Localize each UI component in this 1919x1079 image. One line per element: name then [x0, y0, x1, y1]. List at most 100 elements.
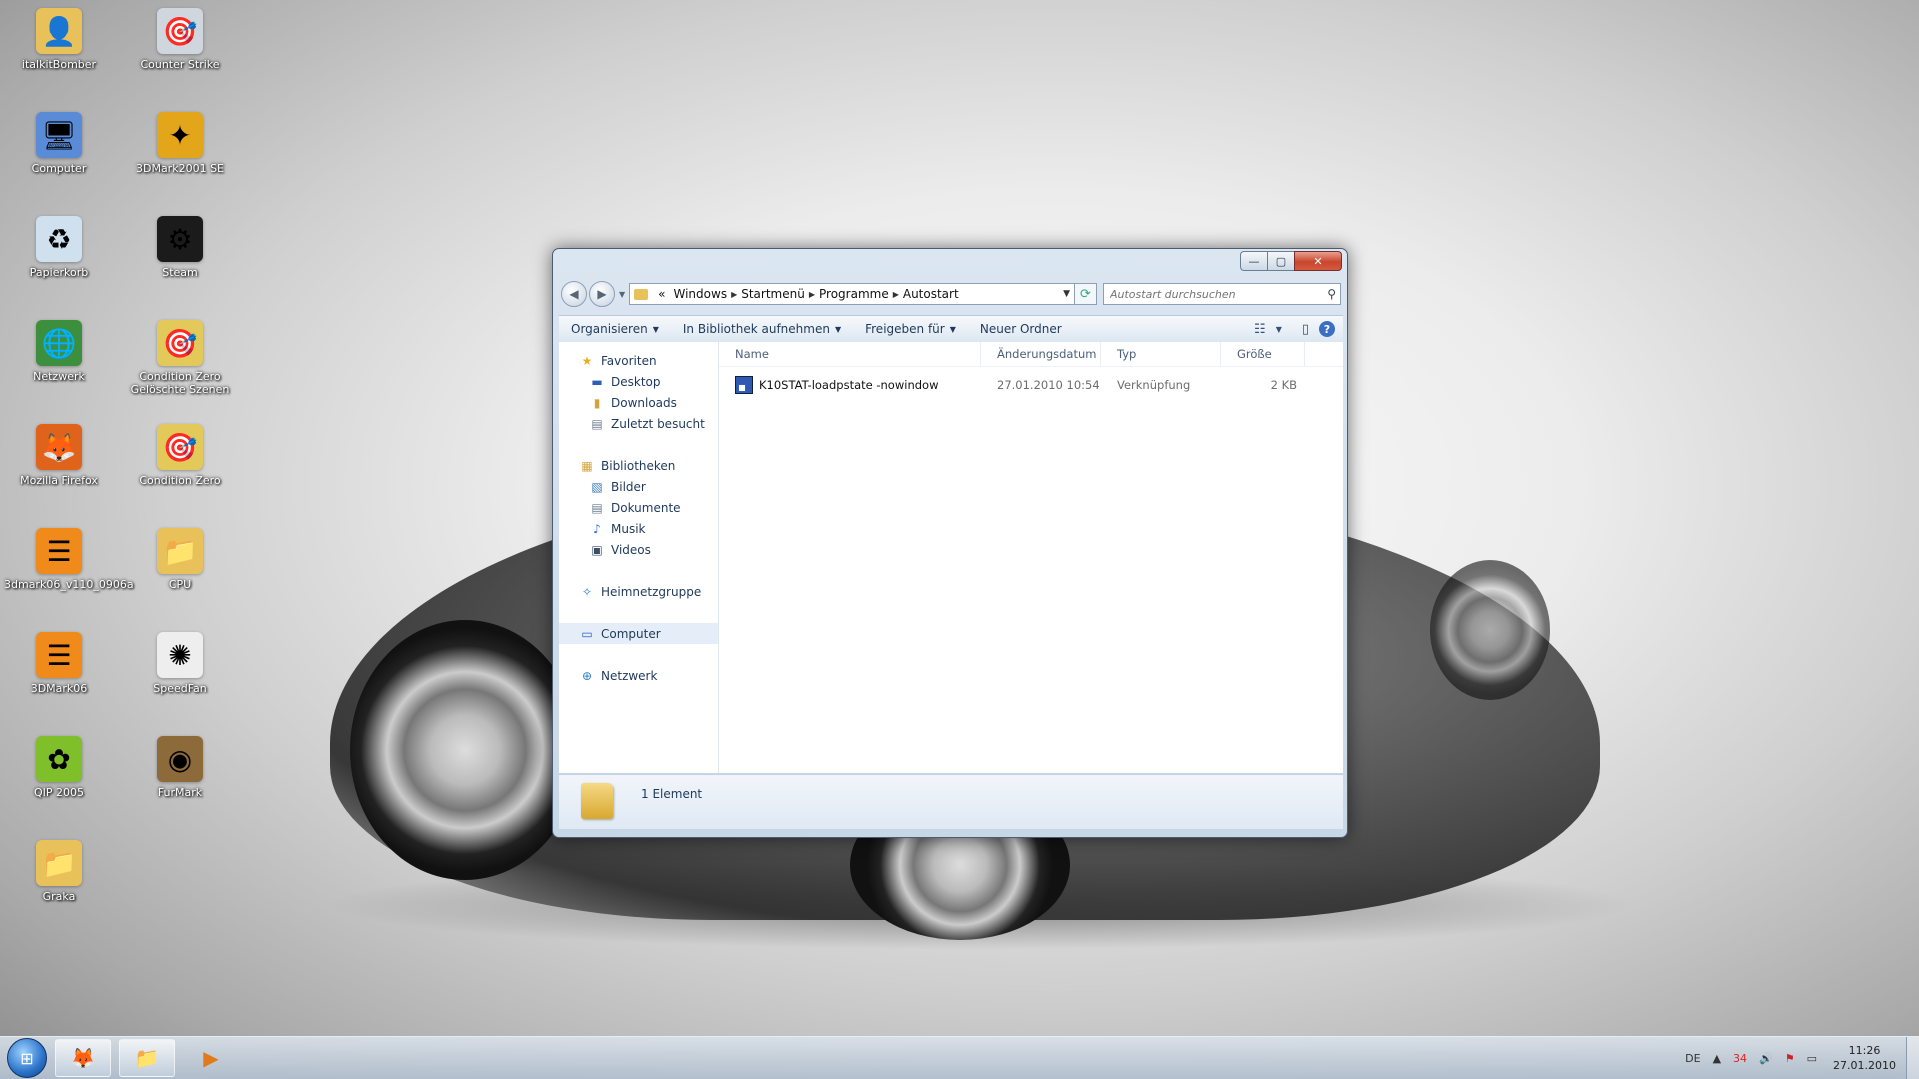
- breadcrumb-windows[interactable]: Windows: [674, 287, 728, 301]
- address-dropdown[interactable]: ▼: [1063, 289, 1070, 299]
- recent-pages-dropdown[interactable]: ▼: [619, 290, 625, 299]
- show-hidden-icons[interactable]: ▲: [1713, 1052, 1721, 1065]
- search-icon[interactable]: ⚲: [1327, 287, 1336, 301]
- app-icon: ⚙: [157, 216, 203, 262]
- column-header-name[interactable]: Name: [719, 342, 981, 366]
- organize-button[interactable]: Organisieren ▼: [559, 322, 671, 336]
- app-icon: ☰: [36, 632, 82, 678]
- nav-recent-places[interactable]: ▤ Zuletzt besucht: [559, 413, 718, 434]
- close-button[interactable]: ✕: [1294, 251, 1342, 271]
- nav-label: Dokumente: [611, 500, 681, 515]
- share-with-button[interactable]: Freigeben für ▼: [853, 322, 968, 336]
- action-center-icon[interactable]: ⚑: [1785, 1052, 1795, 1065]
- clock[interactable]: 11:26 27.01.2010: [1833, 1043, 1896, 1073]
- details-pane: 1 Element: [559, 774, 1343, 829]
- breadcrumb-startmenu[interactable]: Startmenü: [741, 287, 805, 301]
- desktop-icon-condition-zero[interactable]: 🎯 Condition Zero: [125, 424, 235, 487]
- desktop-icon-mozilla-firefox[interactable]: 🦊 Mozilla Firefox: [4, 424, 114, 487]
- back-button[interactable]: ◀: [561, 281, 587, 307]
- navigation-pane[interactable]: ★ Favoriten ▬ Desktop ▮ Downloads ▤ Zule…: [559, 342, 719, 773]
- music-icon: ♪: [593, 521, 601, 536]
- language-indicator[interactable]: DE: [1685, 1052, 1700, 1065]
- nav-videos[interactable]: ▣ Videos: [559, 539, 718, 560]
- file-name-cell[interactable]: K10STAT-loadpstate -nowindow: [719, 373, 981, 397]
- desktop-icon-papierkorb[interactable]: ♻ Papierkorb: [4, 216, 114, 279]
- desktop-icon-label: Mozilla Firefox: [20, 474, 98, 487]
- desktop-icon-netzwerk[interactable]: 🌐 Netzwerk: [4, 320, 114, 383]
- column-header-type[interactable]: Typ: [1101, 342, 1221, 366]
- refresh-button[interactable]: ⟳: [1075, 283, 1097, 305]
- navigation-bar: ◀ ▶ ▼ « Windows ▶ Startmenü ▶ Programme …: [561, 281, 1341, 307]
- desktop-icon-italkitbomber[interactable]: 👤 italkitBomber: [4, 8, 114, 71]
- nav-label: Zuletzt besucht: [611, 416, 705, 431]
- breadcrumb-programme[interactable]: Programme: [819, 287, 889, 301]
- new-folder-button[interactable]: Neuer Ordner: [968, 322, 1074, 336]
- nav-label: Bilder: [611, 479, 646, 494]
- nav-documents[interactable]: ▤ Dokumente: [559, 497, 718, 518]
- breadcrumb-separator[interactable]: ▶: [893, 290, 899, 299]
- taskbar-firefox[interactable]: 🦊: [55, 1039, 111, 1077]
- desktop-icon-3dmark2001-se[interactable]: ✦ 3DMark2001 SE: [125, 112, 235, 175]
- desktop-icon-steam[interactable]: ⚙ Steam: [125, 216, 235, 279]
- desktop-icon-label: CPU: [168, 578, 192, 591]
- search-input[interactable]: [1108, 286, 1328, 302]
- desktop-icon-graka[interactable]: 📁 Graka: [4, 840, 114, 903]
- app-icon: 🖥: [36, 112, 82, 158]
- nav-libraries[interactable]: ▦ Bibliotheken: [559, 455, 718, 476]
- maximize-button[interactable]: ▢: [1267, 251, 1294, 271]
- file-list[interactable]: Name Änderungsdatum Typ Größe K10STAT-lo…: [719, 342, 1343, 773]
- search-box[interactable]: ⚲: [1103, 283, 1341, 305]
- column-header-size[interactable]: Größe: [1221, 342, 1305, 366]
- preview-pane-icon[interactable]: ▯: [1302, 322, 1309, 337]
- desktop-icon-computer[interactable]: 🖥 Computer: [4, 112, 114, 175]
- desktop-icon-counter-strike[interactable]: 🎯 Counter Strike: [125, 8, 235, 71]
- nav-music[interactable]: ♪ Musik: [559, 518, 718, 539]
- desktop-icon-3dmark06-v110-0906a[interactable]: ☰ 3dmark06_v110_0906a: [4, 528, 134, 591]
- desktop-icon-qip-2005[interactable]: ✿ QIP 2005: [4, 736, 114, 799]
- forward-button[interactable]: ▶: [589, 281, 615, 307]
- folder-icon: [634, 288, 649, 300]
- temperature-indicator[interactable]: 34: [1733, 1052, 1747, 1065]
- file-row[interactable]: K10STAT-loadpstate -nowindow 27.01.2010 …: [719, 373, 1343, 397]
- volume-icon[interactable]: 🔊: [1759, 1052, 1773, 1065]
- desktop-icon-condition-zero-gel-schte-szenen[interactable]: 🎯 Condition Zero Gelöschte Szenen: [125, 320, 235, 396]
- desktop-icon-cpu[interactable]: 📁 CPU: [125, 528, 235, 591]
- nav-label: Netzwerk: [601, 668, 658, 683]
- nav-label: Musik: [611, 521, 646, 536]
- nav-homegroup[interactable]: ✧ Heimnetzgruppe: [559, 581, 718, 602]
- file-date: 27.01.2010 10:54: [997, 378, 1100, 392]
- start-button[interactable]: ⊞: [7, 1038, 47, 1078]
- breadcrumb-overflow[interactable]: «: [658, 287, 665, 301]
- nav-downloads[interactable]: ▮ Downloads: [559, 392, 718, 413]
- taskbar-explorer[interactable]: 📁: [119, 1039, 175, 1077]
- breadcrumb-autostart[interactable]: Autostart: [903, 287, 959, 301]
- nav-computer[interactable]: ▭ Computer: [559, 623, 718, 644]
- nav-favorites[interactable]: ★ Favoriten: [559, 350, 718, 371]
- nav-desktop[interactable]: ▬ Desktop: [559, 371, 718, 392]
- chevron-down-icon[interactable]: ▼: [1276, 325, 1282, 334]
- breadcrumb-separator[interactable]: ▶: [731, 290, 737, 299]
- network-icon[interactable]: ▭: [1807, 1052, 1817, 1065]
- file-name: K10STAT-loadpstate -nowindow: [759, 378, 939, 392]
- app-icon: ◉: [157, 736, 203, 782]
- desktop-icon-speedfan[interactable]: ✺ SpeedFan: [125, 632, 235, 695]
- nav-network[interactable]: ⊕ Netzwerk: [559, 665, 718, 686]
- homegroup-icon: ✧: [581, 584, 593, 599]
- show-desktop-button[interactable]: [1906, 1037, 1919, 1079]
- app-icon: 🎯: [157, 320, 203, 366]
- help-icon[interactable]: ?: [1319, 321, 1335, 337]
- explorer-window[interactable]: — ▢ ✕ ◀ ▶ ▼ « Windows ▶ Startmenü ▶ Prog…: [552, 248, 1348, 838]
- desktop-icon-3dmark06[interactable]: ☰ 3DMark06: [4, 632, 114, 695]
- view-options-icon[interactable]: ☷: [1254, 322, 1266, 337]
- app-icon: 🦊: [36, 424, 82, 470]
- desktop-icon-label: Papierkorb: [29, 266, 89, 279]
- nav-pictures[interactable]: ▧ Bilder: [559, 476, 718, 497]
- breadcrumb-separator[interactable]: ▶: [809, 290, 815, 299]
- address-bar[interactable]: « Windows ▶ Startmenü ▶ Programme ▶ Auto…: [629, 283, 1075, 305]
- column-header-date[interactable]: Änderungsdatum: [981, 342, 1101, 366]
- desktop-icon-furmark[interactable]: ◉ FurMark: [125, 736, 235, 799]
- taskbar-media-player[interactable]: ▶: [183, 1039, 239, 1077]
- minimize-button[interactable]: —: [1240, 251, 1267, 271]
- desktop-icon-label: FurMark: [157, 786, 203, 799]
- include-in-library-button[interactable]: In Bibliothek aufnehmen ▼: [671, 322, 853, 336]
